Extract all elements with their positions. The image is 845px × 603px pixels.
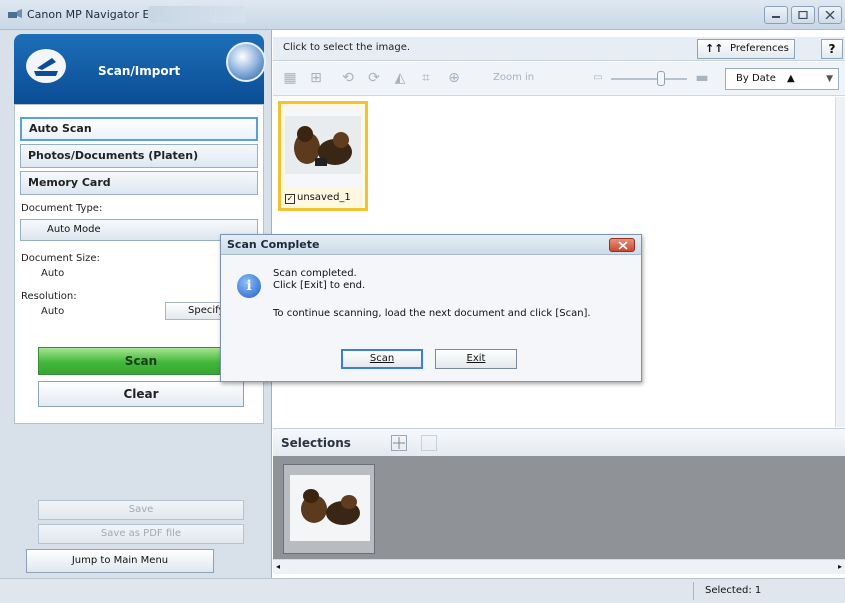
selected-photo-dogs — [290, 475, 370, 541]
thumbnail-size-slider[interactable] — [611, 78, 687, 80]
title-placeholder-blur — [148, 6, 246, 23]
maximize-icon — [798, 11, 808, 19]
scanner-logo-icon — [26, 49, 66, 83]
info-icon: i — [237, 274, 261, 298]
specify-button[interactable]: Specify... — [165, 302, 227, 320]
preferences-label: Preferences — [730, 43, 789, 54]
document-type-label: Document Type: — [21, 203, 103, 214]
globe-icon[interactable] — [226, 42, 266, 82]
vertical-scrollbar[interactable] — [835, 97, 845, 427]
selections-area — [273, 456, 845, 559]
rotate-left-icon[interactable]: ⟲ — [339, 70, 357, 86]
hint-bar: Click to select the image. ↑↑ Preference… — [273, 37, 845, 61]
selection-thumbnail[interactable] — [283, 464, 375, 554]
window-title: Canon MP Navigator EX — [27, 8, 158, 21]
clear-button[interactable]: Clear — [38, 381, 244, 407]
sort-ascending-icon: ▲ — [787, 73, 795, 84]
app-icon — [8, 9, 22, 18]
dialog-message-line3: To continue scanning, load the next docu… — [273, 308, 591, 319]
close-icon — [618, 241, 628, 250]
mode-photos-documents[interactable]: Photos/Documents (Platen) — [20, 144, 258, 168]
dialog-close-button[interactable] — [609, 238, 635, 252]
view-grid-small-icon[interactable]: ⊞ — [307, 70, 325, 86]
save-pdf-button[interactable]: Save as PDF file — [38, 524, 244, 544]
minimize-button[interactable] — [764, 6, 788, 24]
thumbnail-label: ✓ unsaved_1 — [285, 192, 351, 204]
resolution-label: Resolution: — [21, 291, 77, 302]
resolution-value: Auto — [41, 306, 65, 317]
dialog-exit-button[interactable]: Exit — [435, 349, 517, 369]
minimize-icon — [772, 16, 780, 18]
scanned-photo-dogs — [285, 108, 361, 188]
dialog-message-line2: Click [Exit] to end. — [273, 280, 366, 291]
mode-auto-scan[interactable]: Auto Scan — [20, 117, 258, 141]
dialog-title-bar: Scan Complete — [221, 235, 641, 255]
help-button[interactable]: ? — [821, 39, 843, 59]
save-button[interactable]: Save — [38, 500, 244, 520]
hint-text: Click to select the image. — [283, 42, 411, 53]
sort-label: By Date — [736, 73, 776, 84]
jump-to-main-menu-button[interactable]: Jump to Main Menu — [26, 549, 214, 573]
mode-memory-card[interactable]: Memory Card — [20, 171, 258, 195]
crop-icon[interactable]: ⌗ — [417, 70, 435, 86]
scroll-left-icon[interactable]: ◂ — [276, 562, 280, 571]
close-button[interactable] — [818, 6, 842, 24]
chevron-down-icon: ▼ — [826, 74, 833, 84]
scan-button[interactable]: Scan — [38, 347, 244, 375]
selections-header: Selections — [273, 428, 845, 456]
selection-single-icon[interactable] — [421, 435, 437, 451]
mirror-icon[interactable]: ◭ — [391, 70, 409, 86]
thumbnail-card[interactable]: ✓ unsaved_1 — [278, 101, 368, 211]
zoom-icon[interactable]: ⊕ — [445, 70, 463, 86]
sort-dropdown[interactable]: By Date ▲ ▼ — [725, 68, 839, 90]
zoom-label: Zoom in — [493, 72, 535, 83]
preferences-icon: ↑↑ — [705, 42, 724, 55]
preferences-button[interactable]: ↑↑ Preferences — [697, 39, 795, 59]
horizontal-scrollbar[interactable]: ◂ ▸ — [273, 559, 845, 574]
toolbar: ▦ ⊞ ⟲ ⟳ ◭ ⌗ ⊕ Zoom in ▭ ▬ By Date ▲ ▼ — [273, 62, 845, 96]
status-divider — [693, 582, 694, 600]
large-thumbnail-icon: ▬ — [695, 70, 709, 86]
selected-count: Selected: 1 — [705, 585, 762, 596]
thumbnail-checkbox[interactable]: ✓ — [285, 194, 295, 204]
small-thumbnail-icon: ▭ — [593, 72, 603, 83]
document-size-value: Auto — [41, 268, 65, 279]
document-size-label: Document Size: — [21, 253, 100, 264]
selection-grid-icon[interactable] — [391, 435, 407, 451]
thumbnail-size-slider-thumb[interactable] — [657, 71, 665, 86]
rotate-right-icon[interactable]: ⟳ — [365, 70, 383, 86]
view-grid-large-icon[interactable]: ▦ — [281, 70, 299, 86]
scroll-right-icon[interactable]: ▸ — [838, 562, 842, 571]
dialog-title: Scan Complete — [227, 238, 320, 251]
status-bar: Selected: 1 — [0, 578, 845, 603]
scan-import-title: Scan/Import — [98, 64, 181, 78]
selections-title: Selections — [281, 436, 351, 450]
close-icon — [825, 11, 835, 19]
dialog-scan-button[interactable]: Scan — [341, 349, 423, 369]
dialog-message-line1: Scan completed. — [273, 268, 357, 279]
scan-complete-dialog: Scan Complete i Scan completed. Click [E… — [220, 234, 642, 382]
scan-import-header: Scan/Import — [14, 34, 266, 104]
title-bar: Canon MP Navigator EX — [0, 0, 845, 30]
maximize-button[interactable] — [791, 6, 815, 24]
